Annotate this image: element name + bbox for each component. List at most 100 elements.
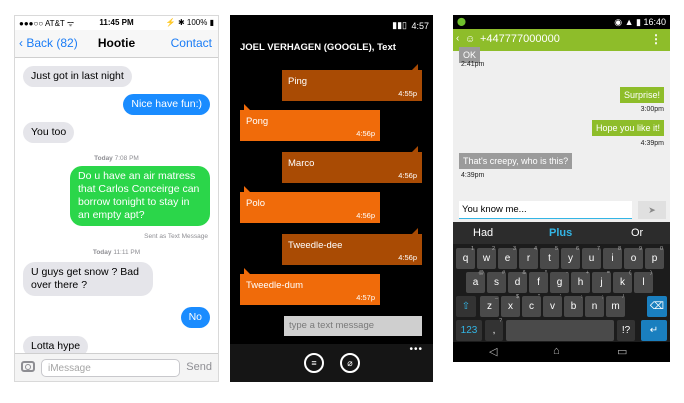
key-j[interactable]: j = — [592, 270, 611, 293]
key-b[interactable]: b: — [564, 294, 583, 317]
message-bubble-received[interactable]: Polo 4:56p — [240, 186, 380, 223]
home-nav-icon[interactable]: ⌂ — [553, 345, 560, 357]
message-bubble-received[interactable]: Just got in last night — [23, 66, 132, 87]
status-bar: ●●●○○ AT&T ᯤ 11:45 PM ⚡ ✱ 100% ▮ — [15, 16, 218, 30]
imessage-input[interactable]: iMessage — [41, 359, 180, 377]
message-time: 4:57p — [356, 293, 375, 302]
camera-icon[interactable] — [21, 361, 35, 372]
message-bubble-sent[interactable]: Do u have an air matress that Carlos Con… — [70, 166, 210, 226]
contact-button[interactable]: Contact — [171, 36, 212, 50]
key-a[interactable]: a @ — [466, 270, 485, 293]
suggestion-word[interactable]: Or — [631, 227, 643, 239]
timestamp: Today 11:11 PM — [92, 249, 141, 256]
message-bubble-received[interactable]: That's creepy, who is this? — [459, 153, 573, 169]
key-k[interactable]: k( — [613, 270, 632, 293]
compose-bar: iMessage Send — [15, 353, 218, 381]
message-bubble-sent[interactable]: No — [180, 307, 210, 328]
space-key[interactable] — [506, 320, 614, 341]
message-bubble-received[interactable]: You too — [23, 122, 75, 143]
key-u[interactable]: u7 — [582, 246, 601, 269]
attach-icon[interactable]: ⌀ — [340, 353, 360, 373]
key-i[interactable]: i8 — [603, 246, 622, 269]
conversation-title: JOEL VERHAGEN (GOOGLE), Text — [240, 42, 396, 53]
key-h[interactable]: h + — [571, 270, 590, 293]
status-bar: ⬤ ◉ ▲ ▮ 16:40 — [453, 15, 670, 29]
key-n[interactable]: n; — [585, 294, 604, 317]
message-bubble-received[interactable]: Tweedle-dum 4:57p — [240, 268, 380, 305]
nav-bar: ‹ Back (82) Hootie Contact — [15, 30, 218, 58]
ios-messages-screen: ●●●○○ AT&T ᯤ 11:45 PM ⚡ ✱ 100% ▮ ‹ Back … — [14, 15, 219, 382]
key-x[interactable]: x $ — [501, 294, 520, 317]
status-time: ◉ ▲ ▮ 16:40 — [614, 17, 666, 27]
windows-phone-messaging-screen: ▮▮▯ 4:57 JOEL VERHAGEN (GOOGLE), Text Pi… — [230, 15, 433, 382]
message-text: Tweedle-dum — [246, 280, 304, 291]
key-y[interactable]: y6 — [561, 246, 580, 269]
keyboard-row: q1w2e3r4t5y6u7i8o9p0 — [456, 246, 667, 271]
message-bubble-received[interactable]: U guys get snow ? Bad over there ? — [23, 262, 153, 296]
recents-nav-icon[interactable]: ▭ — [617, 345, 627, 358]
back-nav-icon[interactable]: ◁ — [489, 345, 497, 358]
keyboard-row: a @ s # d & f * g - h + j = k(l) — [456, 270, 667, 295]
key-l[interactable]: l) — [634, 270, 653, 293]
action-bar: ‹ ☺ +447777000000 ⋮ — [453, 29, 670, 51]
key-o[interactable]: o9 — [624, 246, 643, 269]
message-time: 4:56p — [356, 129, 375, 138]
shift-key[interactable]: ⇧ — [456, 296, 476, 317]
send-icon[interactable]: ➤ — [638, 201, 666, 219]
message-bubble-received[interactable]: Pong 4:56p — [240, 104, 380, 141]
punctuation-key[interactable]: !? — [617, 320, 635, 341]
enter-key[interactable]: ↵ — [641, 320, 667, 341]
android-messaging-screen: ⬤ ◉ ▲ ▮ 16:40 ‹ ☺ +447777000000 ⋮ OK 2:4… — [453, 15, 670, 382]
key-f[interactable]: f * — [529, 270, 548, 293]
message-text: Pong — [246, 116, 269, 127]
message-time: 4:56p — [398, 253, 417, 262]
message-bubble-received[interactable]: Lotta hype — [23, 336, 89, 353]
key-m[interactable]: m / — [606, 294, 625, 317]
message-bubble-sent[interactable]: Surprise! — [619, 87, 664, 103]
soft-keyboard: Had Plus Or q1w2e3r4t5y6u7i8o9p0 a @ s # d & f… — [453, 222, 670, 362]
message-time: 4:56p — [398, 171, 417, 180]
overflow-menu-icon[interactable]: ⋮ — [650, 32, 662, 46]
message-bubble-sent[interactable]: Ping 4:55p — [282, 64, 422, 101]
more-options-icon[interactable]: ••• — [409, 344, 423, 355]
key-d[interactable]: d & — [508, 270, 527, 293]
message-time: 4:56p — [356, 211, 375, 220]
message-bubble-sent[interactable]: Marco 4:56p — [282, 146, 422, 183]
send-icon[interactable]: ≡ — [304, 353, 324, 373]
message-input[interactable]: type a text message — [284, 316, 422, 336]
message-time: 4:55p — [398, 89, 417, 98]
suggestion-word[interactable]: Had — [473, 227, 493, 239]
key-c[interactable]: c " — [522, 294, 541, 317]
notification-icon: ⬤ — [457, 17, 466, 26]
status-time: 4:57 — [411, 21, 429, 31]
send-button[interactable]: Send — [186, 361, 212, 373]
message-bubble-sent[interactable]: Hope you like it! — [591, 120, 664, 136]
up-arrow-icon[interactable]: ‹ — [456, 33, 459, 44]
numbers-key[interactable]: 123 — [456, 320, 482, 341]
key-z[interactable]: z _ — [480, 294, 499, 317]
navigation-bar: ◁ ⌂ ▭ — [453, 342, 670, 362]
message-bubble-sent[interactable]: Tweedle-dee 4:56p — [282, 228, 422, 265]
contact-avatar-icon: ☺ — [465, 34, 476, 45]
key-v[interactable]: v ' — [543, 294, 562, 317]
contact-number: +447777000000 — [480, 33, 560, 45]
message-list: OK 2:41pm Surprise! 3:00pm Hope you like… — [453, 47, 670, 199]
mic-comma-key[interactable]: ,? — [485, 318, 503, 341]
message-bubble-sent[interactable]: Nice have fun:) — [123, 94, 210, 115]
keyboard-row: ⇧ ⌫ z _ x $ c " v ' b: n; m / — [456, 294, 667, 319]
suggestion-word[interactable]: Plus — [549, 227, 572, 239]
key-r[interactable]: r4 — [519, 246, 538, 269]
backspace-key[interactable]: ⌫ — [647, 296, 667, 317]
key-w[interactable]: w2 — [477, 246, 496, 269]
key-t[interactable]: t5 — [540, 246, 559, 269]
message-text: Tweedle-dee — [288, 240, 343, 251]
signal-icon: ▮▮▯ — [392, 20, 407, 30]
compose-bar: You know me... ➤ — [453, 199, 670, 222]
key-g[interactable]: g- — [550, 270, 569, 293]
app-bar: ≡ ⌀ ••• — [230, 344, 433, 382]
key-p[interactable]: p0 — [645, 246, 664, 269]
key-s[interactable]: s # — [487, 270, 506, 293]
message-input[interactable]: You know me... — [459, 201, 632, 219]
key-e[interactable]: e3 — [498, 246, 517, 269]
key-q[interactable]: q1 — [456, 246, 475, 269]
